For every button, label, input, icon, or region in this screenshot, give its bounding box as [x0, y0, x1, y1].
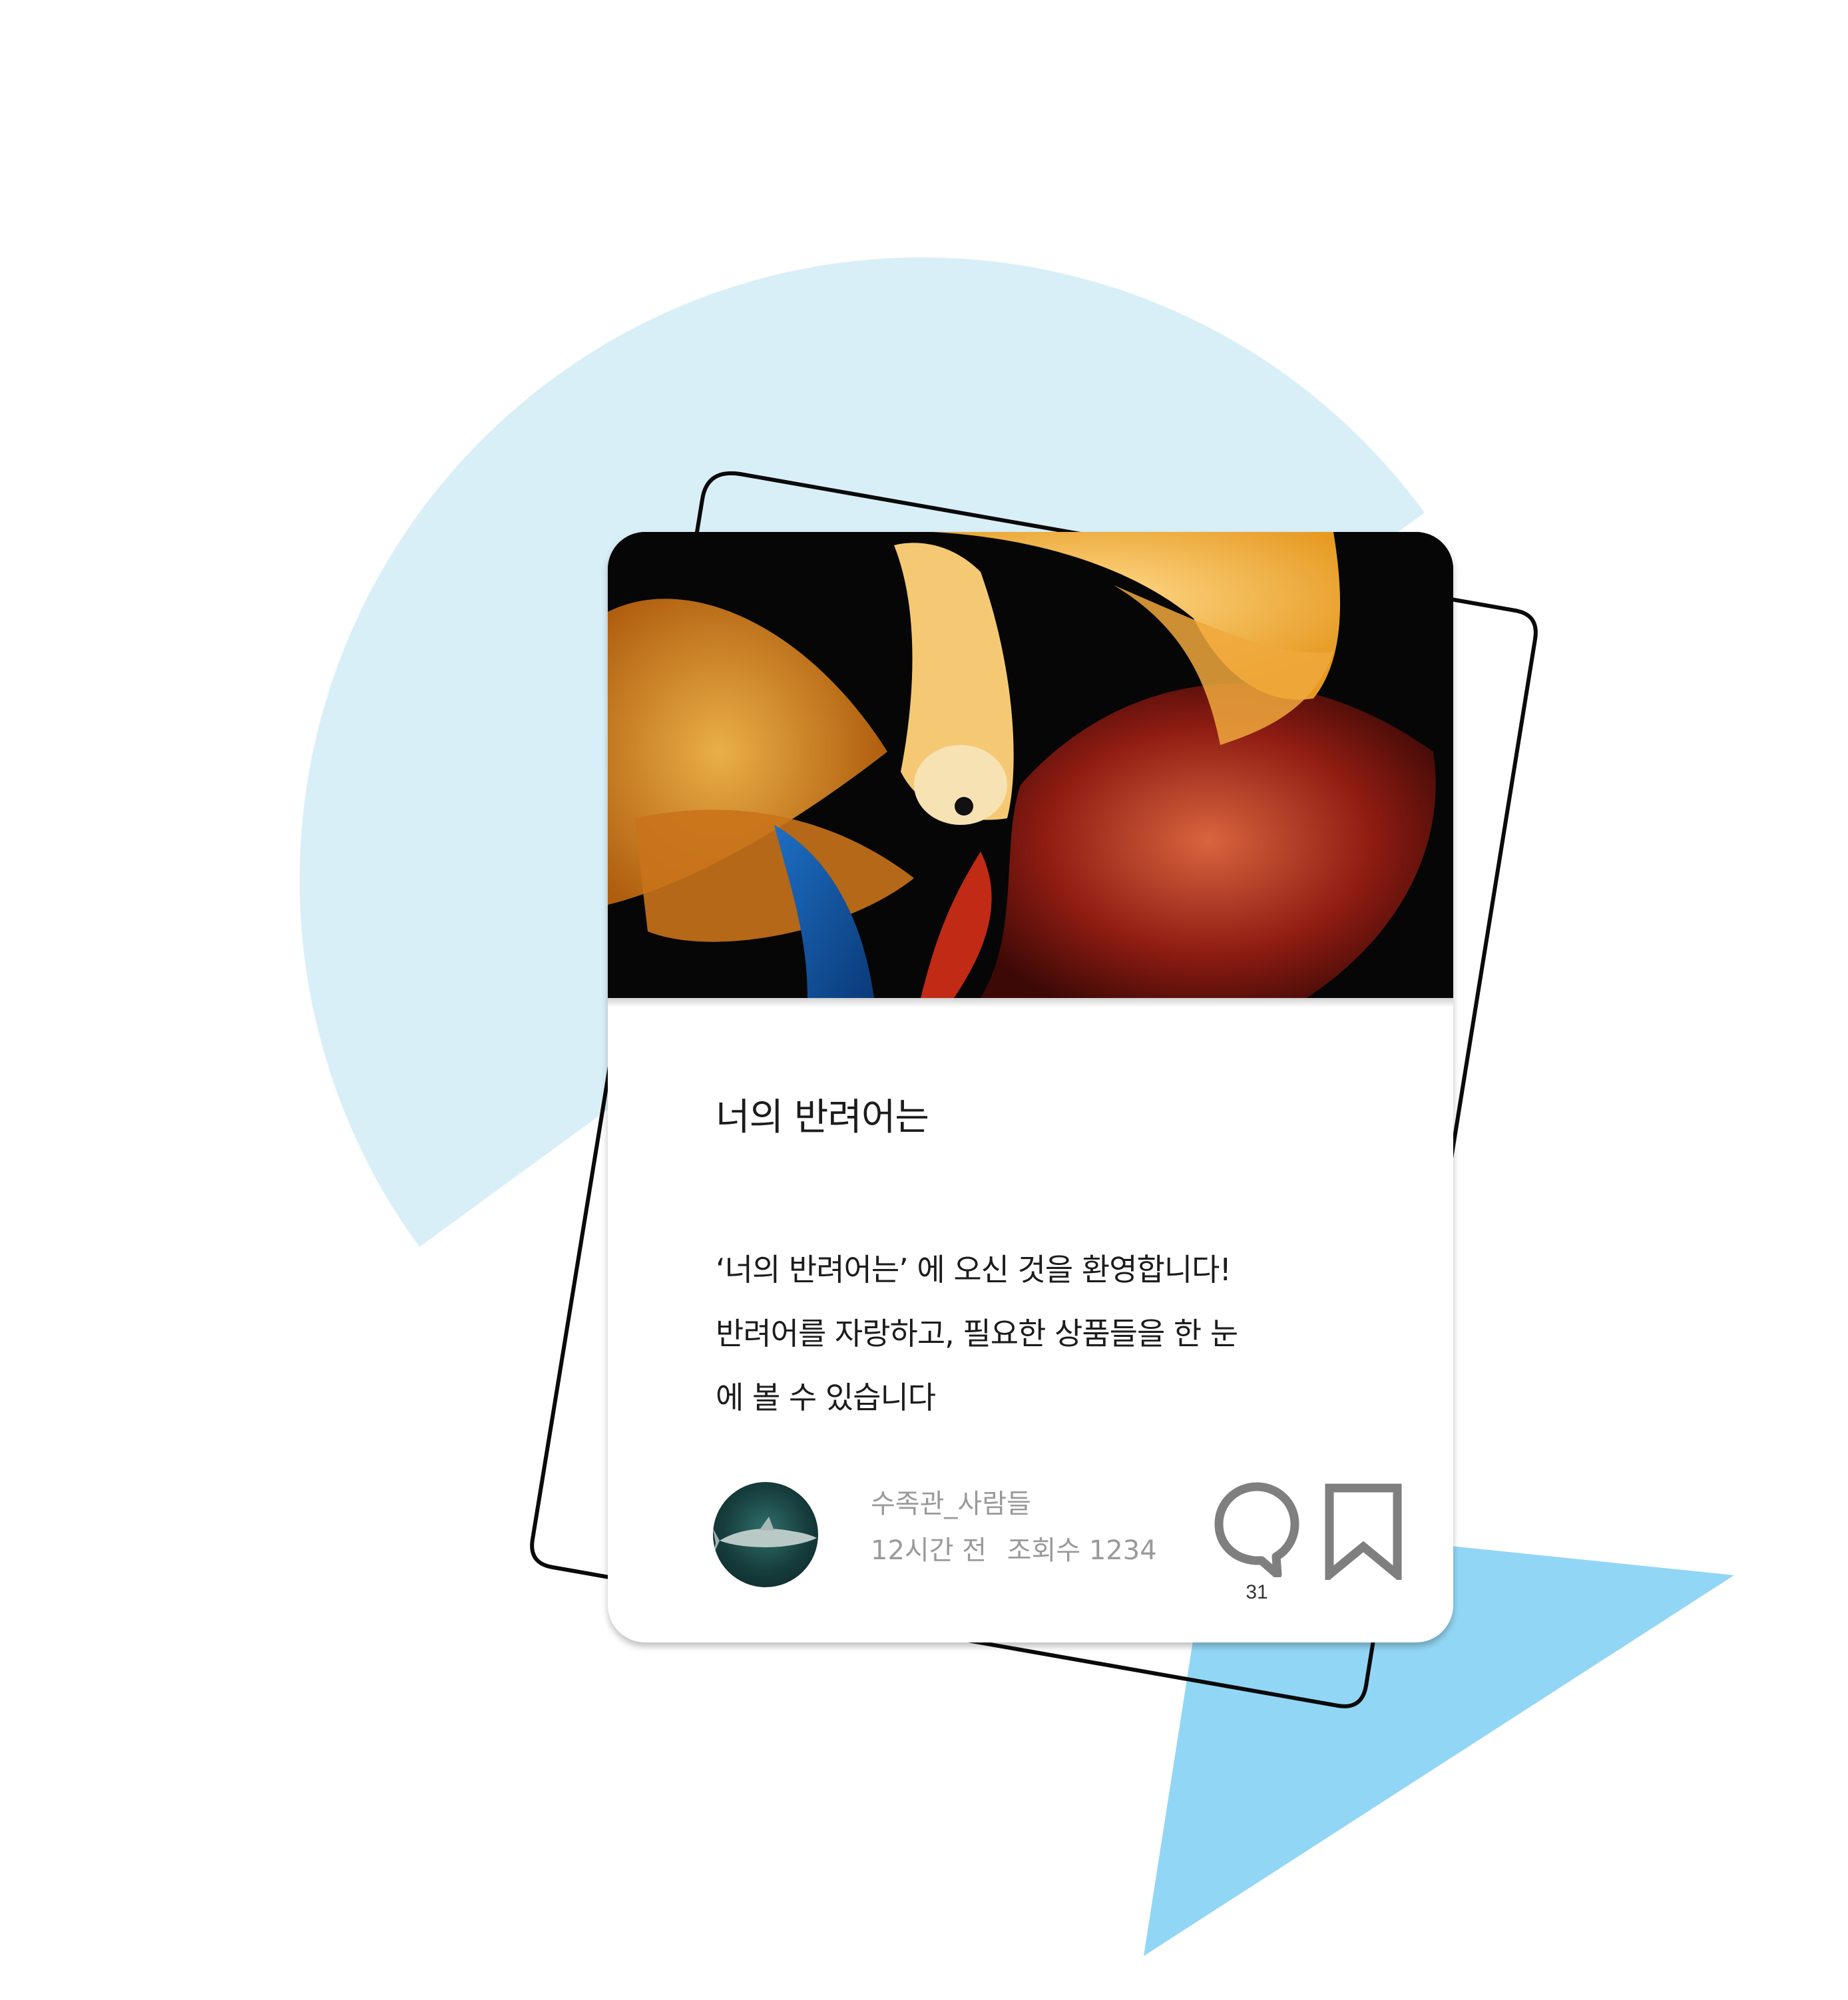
comment-button[interactable] — [1214, 1477, 1300, 1577]
image-divider-shadow — [608, 998, 1453, 1007]
shark-image — [713, 1517, 817, 1555]
bookmark-icon — [1325, 1483, 1402, 1580]
post-description-line: 에 볼 수 있습니다 — [716, 1379, 936, 1415]
speech-bubble-icon — [1214, 1482, 1299, 1577]
post-meta: 12시간 전 조회수 1234 — [871, 1532, 1169, 1569]
view-count: 조회수 1234 — [1007, 1535, 1157, 1566]
post-title: 너의 반려어는 — [716, 1096, 929, 1139]
post-time: 12시간 전 — [871, 1535, 987, 1566]
comment-count: 31 — [1246, 1581, 1268, 1603]
post-description-line: ‘너의 반려어는’ 에 오신 것을 환영합니다! — [716, 1252, 1232, 1288]
author-name[interactable]: 수족관_사람들 — [871, 1485, 1031, 1523]
post-description-line: 반려어를 자랑하고, 필요한 상품들을 한 눈 — [716, 1316, 1238, 1352]
post-description: ‘너의 반려어는’ 에 오신 것을 환영합니다! 반려어를 자랑하고, 필요한 … — [716, 1238, 1355, 1429]
author-avatar[interactable] — [713, 1482, 818, 1587]
post-image — [608, 532, 1453, 998]
bookmark-button[interactable] — [1320, 1483, 1407, 1580]
post-card[interactable]: 너의 반려어는 ‘너의 반려어는’ 에 오신 것을 환영합니다! 반려어를 자랑… — [608, 532, 1453, 1642]
betta-fish-image — [608, 532, 1453, 998]
